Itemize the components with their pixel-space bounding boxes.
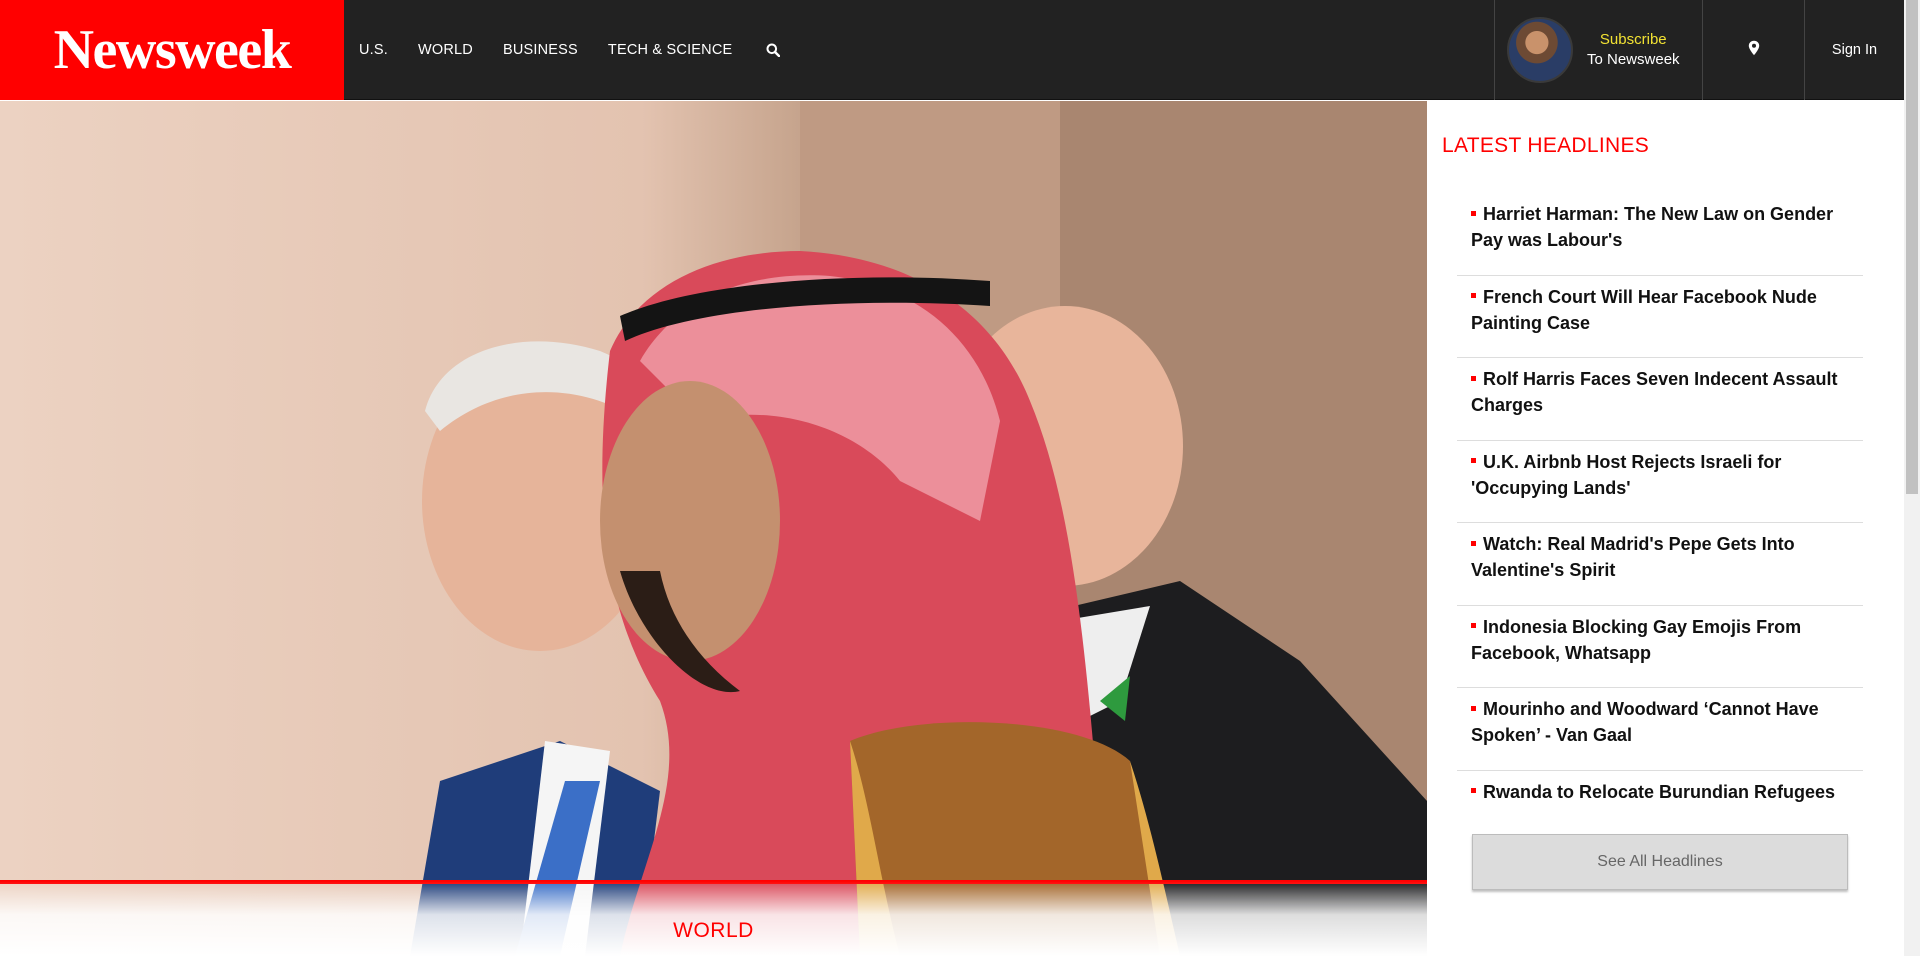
headline-item[interactable]: French Court Will Hear Facebook Nude Pai… [1457, 276, 1863, 358]
bullet-icon [1471, 293, 1476, 299]
bullet-icon [1471, 375, 1476, 381]
headline-item[interactable]: Indonesia Blocking Gay Emojis From Faceb… [1457, 606, 1863, 688]
page-scrollbar[interactable] [1904, 0, 1920, 956]
hero-category-label[interactable]: WORLD [0, 919, 1427, 943]
headline-link[interactable]: Rwanda to Relocate Burundian Refugees [1483, 782, 1835, 802]
headline-link[interactable]: Rolf Harris Faces Seven Indecent Assault… [1471, 369, 1837, 415]
subscribe-button[interactable]: Subscribe To Newsweek [1494, 0, 1702, 100]
site-header: Newsweek U.S. WORLD BUSINESS TECH & SCIE… [0, 0, 1904, 100]
headline-link[interactable]: Watch: Real Madrid's Pepe Gets Into Vale… [1471, 534, 1795, 580]
headline-list: Harriet Harman: The New Law on Gender Pa… [1457, 193, 1863, 853]
headline-item[interactable]: Mourinho and Woodward ‘Cannot Have Spoke… [1457, 688, 1863, 771]
latest-headlines-title: LATEST HEADLINES [1442, 134, 1650, 157]
latest-headlines-panel: LATEST HEADLINES Harriet Harman: The New… [1427, 101, 1904, 956]
sign-in-link[interactable]: Sign In [1804, 0, 1904, 100]
logo-text[interactable]: Newsweek [54, 18, 292, 82]
nav-link-business[interactable]: BUSINESS [503, 42, 578, 58]
headline-item[interactable]: Rolf Harris Faces Seven Indecent Assault… [1457, 358, 1863, 441]
main-nav: U.S. WORLD BUSINESS TECH & SCIENCE [344, 0, 784, 100]
bullet-icon [1471, 788, 1476, 794]
nav-link-tech-science[interactable]: TECH & SCIENCE [608, 42, 732, 58]
nav-link-world[interactable]: WORLD [418, 42, 473, 58]
subscribe-sublabel[interactable]: To Newsweek [1587, 50, 1680, 70]
headline-item[interactable]: Harriet Harman: The New Law on Gender Pa… [1457, 193, 1863, 276]
see-all-headlines-button[interactable]: See All Headlines [1472, 834, 1848, 890]
nav-link-us[interactable]: U.S. [359, 42, 388, 58]
map-pin-icon[interactable] [1748, 40, 1760, 61]
location-button[interactable] [1702, 0, 1804, 100]
bullet-icon [1471, 623, 1476, 629]
headline-item[interactable]: U.K. Airbnb Host Rejects Israeli for 'Oc… [1457, 441, 1863, 523]
newsweek-logo[interactable]: Newsweek [0, 0, 344, 100]
scrollbar-thumb[interactable] [1906, 0, 1918, 494]
headline-link[interactable]: Harriet Harman: The New Law on Gender Pa… [1471, 204, 1833, 250]
bullet-icon [1471, 705, 1476, 711]
magazine-cover-avatar[interactable] [1507, 17, 1573, 83]
hero-photo-illustration [410, 101, 1427, 956]
headline-item[interactable]: Watch: Real Madrid's Pepe Gets Into Vale… [1457, 523, 1863, 606]
bullet-icon [1471, 458, 1476, 464]
hero-image[interactable]: WORLD [0, 101, 1427, 956]
bullet-icon [1471, 210, 1476, 216]
headline-link[interactable]: Mourinho and Woodward ‘Cannot Have Spoke… [1471, 699, 1819, 745]
bullet-icon [1471, 540, 1476, 546]
subscribe-text[interactable]: Subscribe To Newsweek [1587, 30, 1680, 70]
headline-link[interactable]: Indonesia Blocking Gay Emojis From Faceb… [1471, 617, 1801, 663]
subscribe-label[interactable]: Subscribe [1600, 30, 1667, 50]
headline-link[interactable]: U.K. Airbnb Host Rejects Israeli for 'Oc… [1471, 452, 1781, 498]
header-actions: Subscribe To Newsweek Sign In [1494, 0, 1904, 100]
search-icon[interactable] [762, 39, 784, 61]
headline-link[interactable]: French Court Will Hear Facebook Nude Pai… [1471, 287, 1817, 333]
